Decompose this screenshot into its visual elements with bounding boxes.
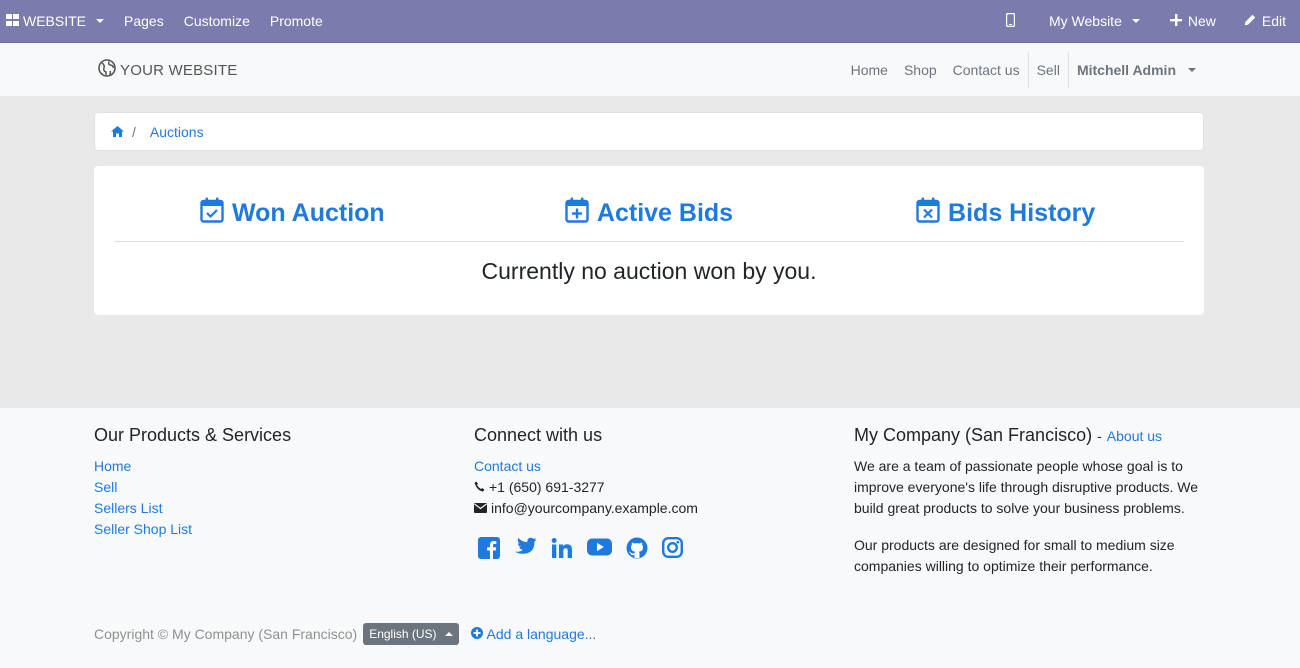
website-menu-button[interactable]: WEBSITE	[0, 0, 114, 42]
website-menu-label: WEBSITE	[23, 13, 87, 29]
breadcrumb: / Auctions	[94, 112, 1204, 151]
footer-company-title: My Company (San Francisco) - About us	[854, 425, 1204, 446]
new-label: New	[1187, 13, 1216, 29]
footer-phone: +1 (650) 691-3277	[474, 477, 698, 498]
mobile-preview-button[interactable]	[988, 0, 1033, 42]
footer-company-paragraph-1: We are a team of passionate people whose…	[854, 458, 1199, 516]
auction-card: Won Auction Active Bids Bids History Cur…	[94, 166, 1204, 315]
footer-company: My Company (San Francisco) - About us We…	[854, 425, 1204, 593]
social-links	[478, 537, 698, 559]
footer-connect-title: Connect with us	[474, 425, 603, 445]
customize-menu[interactable]: Customize	[174, 0, 260, 42]
language-label: English (US)	[369, 627, 437, 641]
my-website-label: My Website	[1048, 13, 1122, 29]
footer-phone-text: +1 (650) 691-3277	[489, 479, 605, 495]
footer-link-home[interactable]: Home	[94, 458, 131, 474]
footer-about-link[interactable]: About us	[1107, 428, 1162, 444]
youtube-icon[interactable]	[587, 537, 612, 559]
envelope-icon	[474, 498, 487, 519]
footer-email: info@yourcompany.example.com	[474, 498, 698, 519]
instagram-icon[interactable]	[662, 537, 683, 559]
facebook-icon[interactable]	[478, 537, 500, 559]
site-header: YOUR WEBSITE Home Shop Contact us Sell M…	[0, 42, 1300, 96]
edit-button[interactable]: Edit	[1230, 0, 1300, 42]
footer-link-sell[interactable]: Sell	[94, 479, 117, 495]
calendar-times-icon	[916, 197, 940, 230]
tab-won-auction[interactable]: Won Auction	[114, 166, 471, 241]
plus-icon	[1169, 13, 1182, 29]
chevron-down-icon	[1188, 68, 1196, 72]
empty-state-message: Currently no auction won by you.	[481, 258, 817, 284]
chevron-down-icon	[1131, 19, 1140, 23]
tab-active-bids[interactable]: Active Bids	[471, 166, 828, 241]
main-nav: Home Shop Contact us Sell Mitchell Admin	[843, 43, 1196, 97]
user-menu[interactable]: Mitchell Admin	[1069, 62, 1196, 78]
breadcrumb-auctions[interactable]: Auctions	[150, 124, 204, 140]
calendar-check-icon	[200, 197, 224, 230]
user-name: Mitchell Admin	[1076, 62, 1176, 78]
globe-icon	[98, 59, 116, 81]
twitter-icon[interactable]	[514, 537, 537, 559]
pages-menu[interactable]: Pages	[114, 0, 174, 42]
nav-shop[interactable]: Shop	[896, 62, 945, 78]
add-language-link[interactable]: Add a language...	[470, 626, 597, 642]
chevron-down-icon	[96, 19, 105, 23]
edit-label: Edit	[1261, 13, 1286, 29]
footer-company-dash: -	[1097, 428, 1102, 444]
site-logo[interactable]: YOUR WEBSITE	[98, 59, 237, 81]
apps-grid-icon	[6, 13, 19, 29]
footer-company-paragraph-2: Our products are designed for small to m…	[854, 537, 1175, 574]
footer-company-name: My Company (San Francisco)	[854, 425, 1093, 445]
footer: Our Products & Services Home Sell Seller…	[0, 408, 1300, 668]
footer-products: Our Products & Services Home Sell Seller…	[94, 425, 291, 540]
chevron-up-icon	[444, 632, 453, 636]
new-button[interactable]: New	[1156, 0, 1230, 42]
linkedin-icon[interactable]	[551, 537, 573, 559]
github-icon[interactable]	[626, 537, 648, 559]
nav-home[interactable]: Home	[843, 62, 896, 78]
footer-products-title: Our Products & Services	[94, 425, 292, 445]
copyright-text: Copyright © My Company (San Francisco)	[94, 626, 358, 642]
footer-connect: Connect with us Contact us +1 (650) 691-…	[474, 425, 698, 559]
tab-bids-history[interactable]: Bids History	[827, 166, 1184, 241]
tab-bids-history-label: Bids History	[948, 199, 1096, 227]
plus-circle-icon	[470, 626, 483, 642]
my-website-dropdown[interactable]: My Website	[1033, 0, 1156, 42]
footer-copyright-row: Copyright © My Company (San Francisco) E…	[94, 623, 596, 645]
mobile-icon	[1005, 12, 1016, 30]
language-selector[interactable]: English (US)	[363, 623, 459, 645]
tab-won-auction-label: Won Auction	[231, 199, 385, 227]
home-icon[interactable]	[111, 124, 124, 140]
nav-sell[interactable]: Sell	[1029, 62, 1068, 78]
add-language-label: Add a language...	[486, 626, 597, 642]
footer-email-text: info@yourcompany.example.com	[491, 500, 698, 516]
site-logo-text: YOUR WEBSITE	[120, 61, 238, 79]
footer-link-sellers-list[interactable]: Sellers List	[94, 500, 162, 516]
nav-contact-us[interactable]: Contact us	[945, 62, 1028, 78]
footer-contact-link[interactable]: Contact us	[474, 456, 541, 477]
breadcrumb-separator: /	[132, 123, 136, 140]
promote-menu[interactable]: Promote	[260, 0, 333, 42]
footer-link-seller-shop-list[interactable]: Seller Shop List	[94, 521, 192, 537]
pencil-icon	[1244, 13, 1256, 29]
phone-icon	[474, 477, 485, 498]
tab-active-bids-label: Active Bids	[596, 199, 734, 227]
calendar-plus-icon	[565, 197, 589, 230]
admin-bar: WEBSITE Pages Customize Promote My Websi…	[0, 0, 1300, 42]
auction-tabs: Won Auction Active Bids Bids History	[114, 166, 1184, 242]
